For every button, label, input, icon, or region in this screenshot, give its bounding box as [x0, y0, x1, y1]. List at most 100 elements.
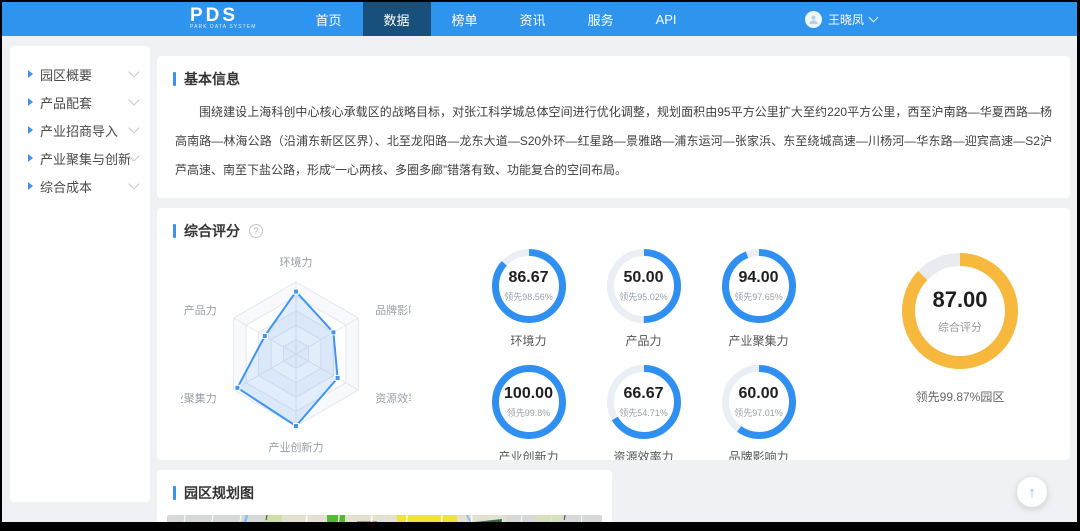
radar-chart-wrap: 环境力品牌影响力资源效率力产业创新力 产业聚集力 产品力	[162, 251, 430, 460]
caret-right-icon	[28, 98, 33, 106]
svg-text:产业聚集力: 产业聚集力	[181, 391, 217, 405]
sidebar-item-3[interactable]: 产业招商导入	[10, 116, 150, 144]
sidebar-item-2[interactable]: 产品配套	[10, 88, 150, 116]
chevron-down-icon	[128, 66, 140, 78]
gauge-ring: 100.00 领先99.8%	[491, 365, 566, 439]
gauge-value: 60.00	[738, 385, 779, 402]
radar-chart: 环境力品牌影响力资源效率力产业创新力 产业聚集力 产品力	[162, 255, 430, 454]
overall-center-label: 综合评分	[938, 322, 982, 334]
chevron-down-icon	[128, 122, 140, 134]
map-title: 园区规划图	[184, 485, 254, 501]
app-window: PDS PARK DATA SYSTEM 首页 数据 榜单 资讯 服务 API 王晓凤 园…	[0, 0, 1080, 531]
user-menu[interactable]: 王晓凤	[804, 2, 879, 36]
gauge-center: 66.67 领先54.71%	[607, 365, 681, 439]
map-card: 园区规划图	[157, 470, 612, 522]
score-gauge-1: 86.67 领先98.56% 环境力	[471, 249, 586, 352]
gauge-lead-text: 领先98.56%	[504, 292, 553, 302]
app-logo[interactable]: PDS PARK DATA SYSTEM	[190, 2, 257, 36]
gauge-lead-text: 领先95.02%	[619, 292, 668, 302]
score-gauge-5: 66.67 领先54.71% 资源效率力	[586, 365, 701, 460]
basic-info-title: 基本信息	[184, 71, 240, 87]
gauge-ring: 86.67 领先98.56%	[491, 249, 566, 323]
nav-item-5[interactable]: 服务	[567, 2, 635, 36]
logo-text: PDS	[190, 5, 239, 26]
caret-right-icon	[28, 126, 33, 134]
basic-info-header: 基本信息	[157, 56, 1070, 89]
svg-text:环境力: 环境力	[280, 255, 313, 269]
nav-item-3[interactable]: 榜单	[431, 2, 499, 36]
svg-text:品牌影响力: 品牌影响力	[375, 303, 411, 317]
gauge-lead-text: 领先99.8%	[506, 408, 551, 418]
score-gauge-4: 100.00 领先99.8% 产业创新力	[471, 365, 586, 460]
sidebar-menu: 园区概要产品配套产业招商导入 产业聚集与创新 综合成本	[10, 60, 150, 200]
gauge-ring: 50.00 领先95.02%	[606, 249, 681, 323]
title-bar-decoration	[173, 224, 176, 238]
gauge-value: 66.67	[623, 385, 664, 402]
top-nav: PDS PARK DATA SYSTEM 首页 数据 榜单 资讯 服务 API 王晓凤	[2, 2, 1077, 36]
gauge-value: 86.67	[508, 269, 549, 286]
score-title: 综合评分	[184, 223, 240, 239]
svg-text:产品力: 产品力	[184, 303, 217, 317]
sidebar-item-1[interactable]: 园区概要	[10, 60, 150, 88]
svg-text:产业创新力: 产业创新力	[269, 440, 324, 454]
overall-center: 87.00 综合评分	[902, 253, 1018, 369]
chevron-down-icon	[128, 94, 140, 106]
gauge-center: 86.67 领先98.56%	[492, 249, 566, 323]
gauge-ring: 66.67 领先54.71%	[606, 365, 681, 439]
nav-item-4[interactable]: 资讯	[499, 2, 567, 36]
chevron-down-icon	[128, 178, 140, 190]
gauge-label: 品牌影响力	[728, 450, 789, 460]
title-bar-decoration	[173, 72, 176, 86]
back-to-top-button[interactable]: ↑	[1017, 477, 1047, 507]
sidebar-item-label: 产品配套	[40, 95, 93, 111]
score-gauge-2: 50.00 领先95.02% 产品力	[586, 249, 701, 352]
user-avatar-icon	[804, 10, 822, 28]
gauge-lead-text: 领先97.65%	[734, 292, 783, 302]
gauge-center: 100.00 领先99.8%	[492, 365, 566, 439]
gauge-center: 94.00 领先97.65%	[722, 249, 796, 323]
sidebar-item-4[interactable]: 产业聚集与创新	[10, 144, 150, 172]
overall-value: 87.00	[932, 287, 988, 312]
gauge-lead-text: 领先54.71%	[619, 408, 668, 418]
gauge-center: 50.00 领先95.02%	[607, 249, 681, 323]
title-bar-decoration	[173, 486, 176, 500]
gauge-center: 60.00 领先97.01%	[722, 365, 796, 439]
score-card: 综合评分 ? 环境力品牌影响力资源效率力产业创新力产业聚集力产品力 86.67领…	[157, 208, 1070, 460]
overall-ring: 87.00 综合评分	[902, 253, 1018, 369]
sidebar: 园区概要产品配套产业招商导入 产业聚集与创新 综合成本	[10, 46, 150, 502]
user-name: 王晓凤	[827, 12, 864, 27]
score-gauge-3: 94.00 领先97.65% 产业聚集力	[701, 249, 816, 352]
question-circle-icon[interactable]: ?	[249, 224, 263, 238]
gauge-value: 100.00	[504, 385, 553, 402]
sidebar-item-label: 综合成本	[40, 179, 93, 195]
chevron-down-icon	[868, 12, 879, 22]
gauge-label: 产业聚集力	[728, 334, 789, 348]
nav-item-6[interactable]: API	[635, 2, 698, 36]
caret-right-icon	[28, 70, 33, 78]
top-nav-items: 首页 数据 榜单 资讯 服务 API	[295, 2, 698, 36]
logo-subtext: PARK DATA SYSTEM	[190, 24, 257, 30]
score-gauges: 86.67 领先98.56% 环境力 50.00 领先95.02% 产品力 94.00 领…	[471, 249, 816, 460]
basic-info-card: 基本信息 围绕建设上海科创中心核心承载区的战略目标，对张江科学城总体空间进行优化…	[157, 56, 1070, 198]
basic-info-paragraph: 围绕建设上海科创中心核心承载区的战略目标，对张江科学城总体空间进行优化调整，规划…	[175, 105, 1052, 177]
score-body: 环境力品牌影响力资源效率力产业创新力产业聚集力产品力 86.67领先98.56%…	[157, 241, 1070, 460]
map-header: 园区规划图	[157, 470, 612, 503]
nav-item-1[interactable]: 首页	[295, 2, 363, 36]
caret-right-icon	[28, 182, 33, 190]
sidebar-item-5[interactable]: 综合成本	[10, 172, 150, 200]
sidebar-item-label: 产业招商导入	[40, 123, 119, 139]
overall-lead-text: 领先99.87%园区	[915, 390, 1005, 404]
sidebar-item-label: 产业聚集与创新	[40, 151, 130, 167]
score-header: 综合评分 ?	[157, 208, 1070, 241]
park-planning-map-image	[167, 515, 602, 522]
gauge-label: 产品力	[625, 334, 662, 348]
gauge-value: 50.00	[623, 269, 664, 286]
gauge-label: 产业创新力	[498, 450, 559, 460]
arrow-up-icon: ↑	[1028, 483, 1036, 501]
gauge-label: 环境力	[510, 334, 547, 348]
gauge-ring: 60.00 领先97.01%	[721, 365, 796, 439]
main-column: 基本信息 围绕建设上海科创中心核心承载区的战略目标，对张江科学城总体空间进行优化…	[157, 46, 1070, 522]
nav-item-2[interactable]: 数据	[362, 2, 431, 36]
gauge-ring: 94.00 领先97.65%	[721, 249, 796, 323]
content-area: 园区概要产品配套产业招商导入 产业聚集与创新 综合成本 基本信息 围绕建设上海科创中…	[2, 36, 1077, 522]
